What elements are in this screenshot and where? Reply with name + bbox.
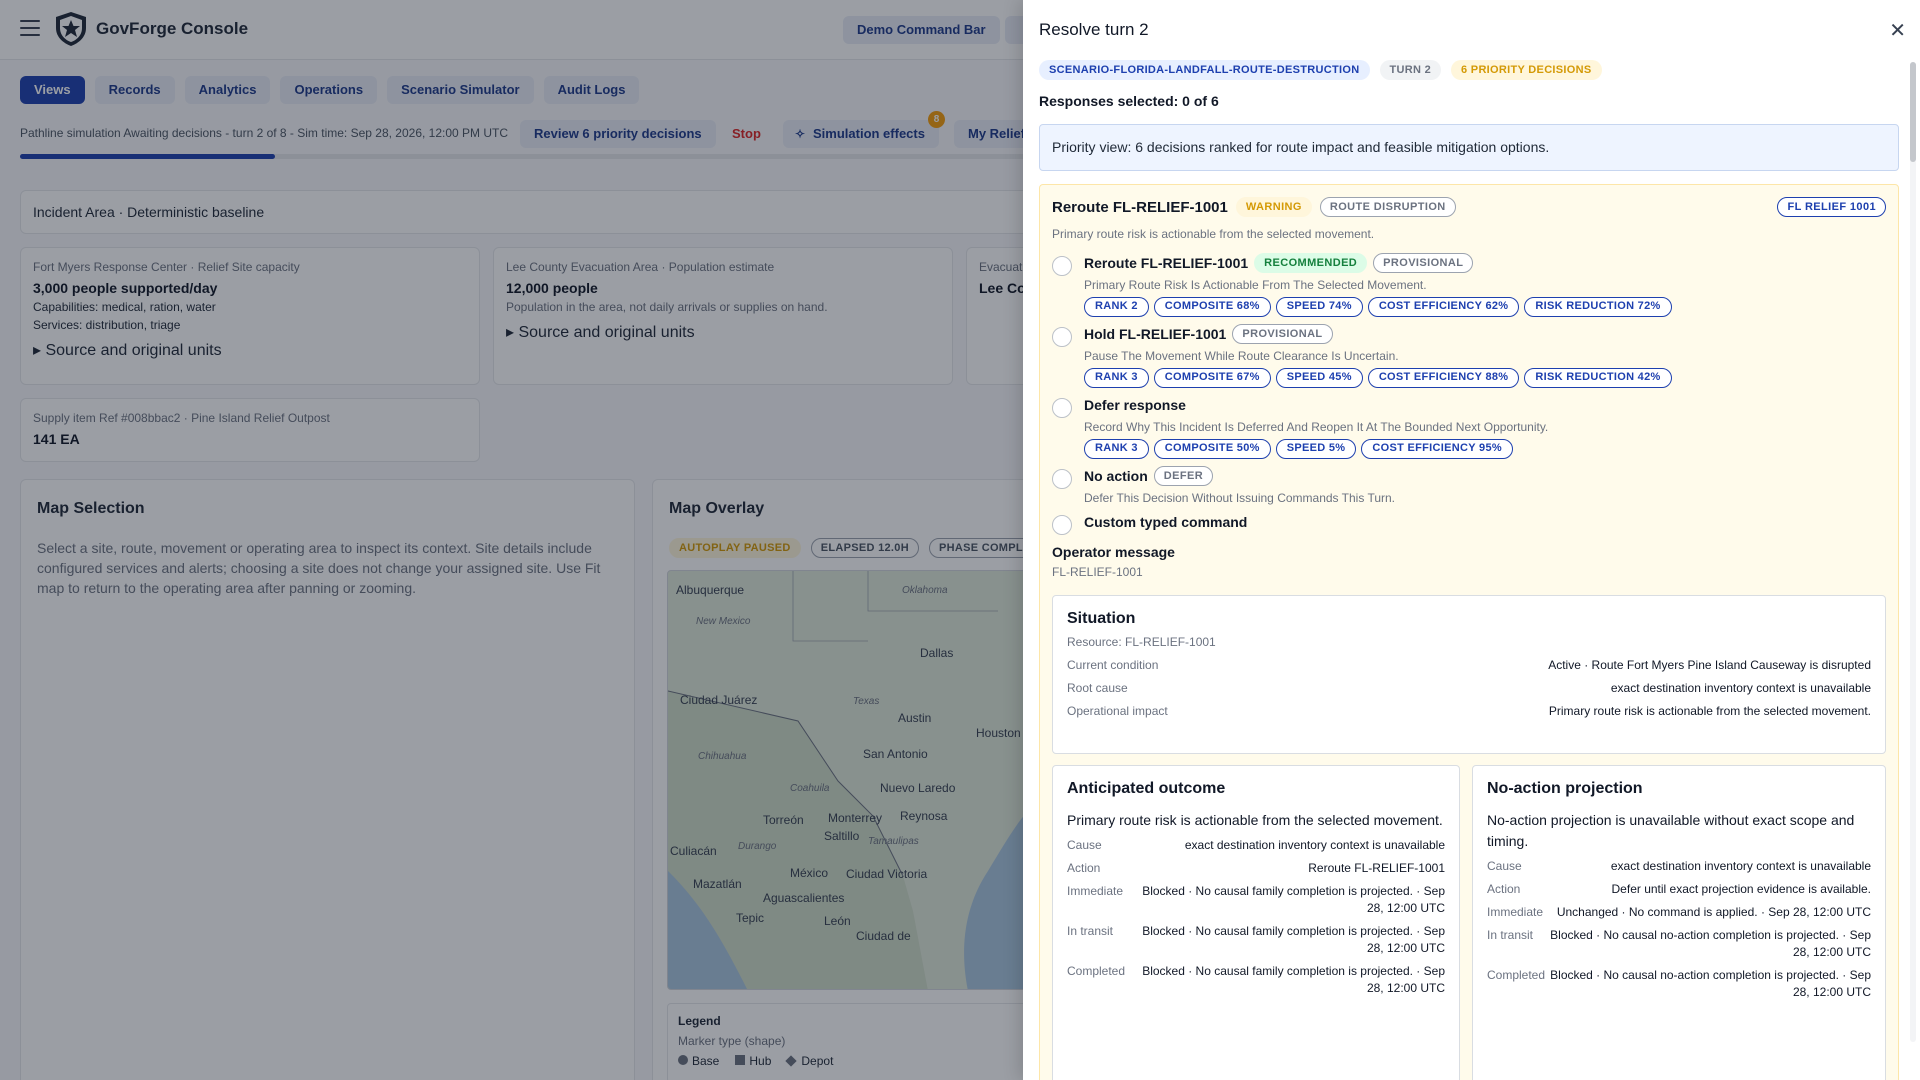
projection-row: Immediate Unchanged · No command is appli…	[1487, 905, 1871, 919]
metric-risk-reduction: RISK REDUCTION 42%	[1524, 368, 1672, 388]
metric-cost-efficiency: COST EFFICIENCY 95%	[1361, 439, 1513, 459]
option-metrics: RANK 2 COMPOSITE 68% SPEED 74% COST EFFI…	[1084, 297, 1884, 317]
outcome-row: Cause exact destination inventory context…	[1067, 838, 1445, 852]
metric-cost-efficiency: COST EFFICIENCY 88%	[1367, 368, 1520, 388]
noaction-title: No-action projection	[1487, 780, 1643, 797]
responses-selected: Responses selected: 0 of 6	[1039, 93, 1219, 109]
decision-card: Reroute FL-RELIEF-1001 WARNING ROUTE DIS…	[1039, 184, 1899, 1080]
resolve-turn-drawer: Resolve turn 2 ✕ SCENARIO-FLORIDA-LANDFA…	[1023, 0, 1920, 1080]
turn-pill: TURN 2	[1379, 60, 1442, 80]
option-radio[interactable]	[1052, 327, 1072, 347]
metric-speed: SPEED 45%	[1275, 368, 1363, 388]
projection-row: Completed Blocked · No causal no-action c…	[1487, 968, 1871, 999]
scrollbar-thumb[interactable]	[1910, 62, 1916, 162]
metric-cost-efficiency: COST EFFICIENCY 62%	[1367, 297, 1520, 317]
outcome-row: In transit Blocked · No causal family com…	[1067, 924, 1445, 955]
priority-view-note: Priority view: 6 decisions ranked for ro…	[1039, 124, 1899, 171]
option-radio[interactable]	[1052, 256, 1072, 276]
situation-row: Root cause exact destination inventory co…	[1067, 681, 1871, 695]
priority-count-pill: 6 PRIORITY DECISIONS	[1451, 60, 1602, 80]
situation-row: Current condition Active · Route Fort Mye…	[1067, 658, 1871, 672]
metric-composite: COMPOSITE 50%	[1153, 439, 1271, 459]
option-radio[interactable]	[1052, 469, 1072, 489]
anticipated-title: Anticipated outcome	[1067, 780, 1226, 797]
provisional-badge: PROVISIONAL	[1373, 253, 1474, 273]
noaction-lead: No-action projection is unavailable with…	[1487, 812, 1855, 849]
metric-risk-reduction: RISK REDUCTION 72%	[1524, 297, 1672, 317]
severity-badge: WARNING	[1235, 197, 1312, 217]
option-radio[interactable]	[1052, 398, 1072, 418]
option-description: Primary Route Risk Is Actionable From Th…	[1084, 278, 1427, 292]
decision-title: Reroute FL-RELIEF-1001	[1052, 198, 1228, 216]
recommended-badge: RECOMMENDED	[1254, 253, 1368, 273]
drawer-pills: SCENARIO-FLORIDA-LANDFALL-ROUTE-DESTRUCT…	[1039, 60, 1602, 80]
close-icon[interactable]: ✕	[1889, 18, 1906, 43]
option-title: Hold FL-RELIEF-1001	[1084, 326, 1227, 342]
situation-box: Situation Resource: FL-RELIEF-1001 Curre…	[1052, 595, 1886, 754]
option-title: No action	[1084, 468, 1148, 484]
decision-header: Reroute FL-RELIEF-1001 WARNING ROUTE DIS…	[1052, 197, 1456, 217]
situation-row: Operational impact Primary route risk is …	[1067, 704, 1871, 718]
scrollbar-track[interactable]	[1910, 62, 1916, 1042]
defer-badge: DEFER	[1153, 466, 1214, 486]
drawer-title: Resolve turn 2	[1039, 20, 1149, 39]
operator-message-value: FL-RELIEF-1001	[1052, 565, 1143, 579]
option-metrics: RANK 3 COMPOSITE 67% SPEED 45% COST EFFI…	[1084, 368, 1884, 388]
metric-speed: SPEED 74%	[1275, 297, 1363, 317]
option-metrics: RANK 3 COMPOSITE 50% SPEED 5% COST EFFIC…	[1084, 439, 1884, 459]
category-badge: ROUTE DISRUPTION	[1319, 197, 1456, 217]
option-title: Defer response	[1084, 397, 1186, 413]
operator-message-label: Operator message	[1052, 544, 1175, 560]
option-title: Custom typed command	[1084, 514, 1248, 530]
metric-composite: COMPOSITE 67%	[1153, 368, 1271, 388]
projection-row: In transit Blocked · No causal no-action …	[1487, 928, 1871, 959]
projection-row: Cause exact destination inventory context…	[1487, 859, 1871, 873]
option-description: Record Why This Incident Is Deferred And…	[1084, 420, 1549, 434]
metric-rank: RANK 3	[1084, 439, 1149, 459]
metric-composite: COMPOSITE 68%	[1153, 297, 1271, 317]
option-description: Pause The Movement While Route Clearance…	[1084, 349, 1399, 363]
metric-speed: SPEED 5%	[1275, 439, 1357, 459]
option-radio[interactable]	[1052, 515, 1072, 535]
outcome-row: Immediate Blocked · No causal family comp…	[1067, 884, 1445, 915]
anticipated-outcome-box: Anticipated outcome Primary route risk i…	[1052, 765, 1460, 1080]
operator-message: Operator message FL-RELIEF-1001	[1052, 544, 1175, 579]
provisional-badge: PROVISIONAL	[1232, 324, 1333, 344]
no-action-projection-box: No-action projection No-action projectio…	[1472, 765, 1886, 1080]
metric-rank: RANK 2	[1084, 297, 1149, 317]
outcome-row: Action Reroute FL-RELIEF-1001	[1067, 861, 1445, 875]
decision-summary: Primary route risk is actionable from th…	[1052, 227, 1375, 241]
metric-rank: RANK 3	[1084, 368, 1149, 388]
scenario-pill: SCENARIO-FLORIDA-LANDFALL-ROUTE-DESTRUCT…	[1039, 60, 1370, 80]
situation-title: Situation	[1067, 610, 1136, 627]
option-description: Defer This Decision Without Issuing Comm…	[1084, 491, 1396, 505]
option-title: Reroute FL-RELIEF-1001	[1084, 255, 1249, 271]
anticipated-lead: Primary route risk is actionable from th…	[1067, 812, 1443, 828]
projection-row: Action Defer until exact projection evide…	[1487, 882, 1871, 896]
situation-resource: Resource: FL-RELIEF-1001	[1067, 635, 1216, 649]
resource-badge[interactable]: FL RELIEF 1001	[1777, 197, 1886, 217]
outcome-row: Completed Blocked · No causal family comp…	[1067, 964, 1445, 995]
